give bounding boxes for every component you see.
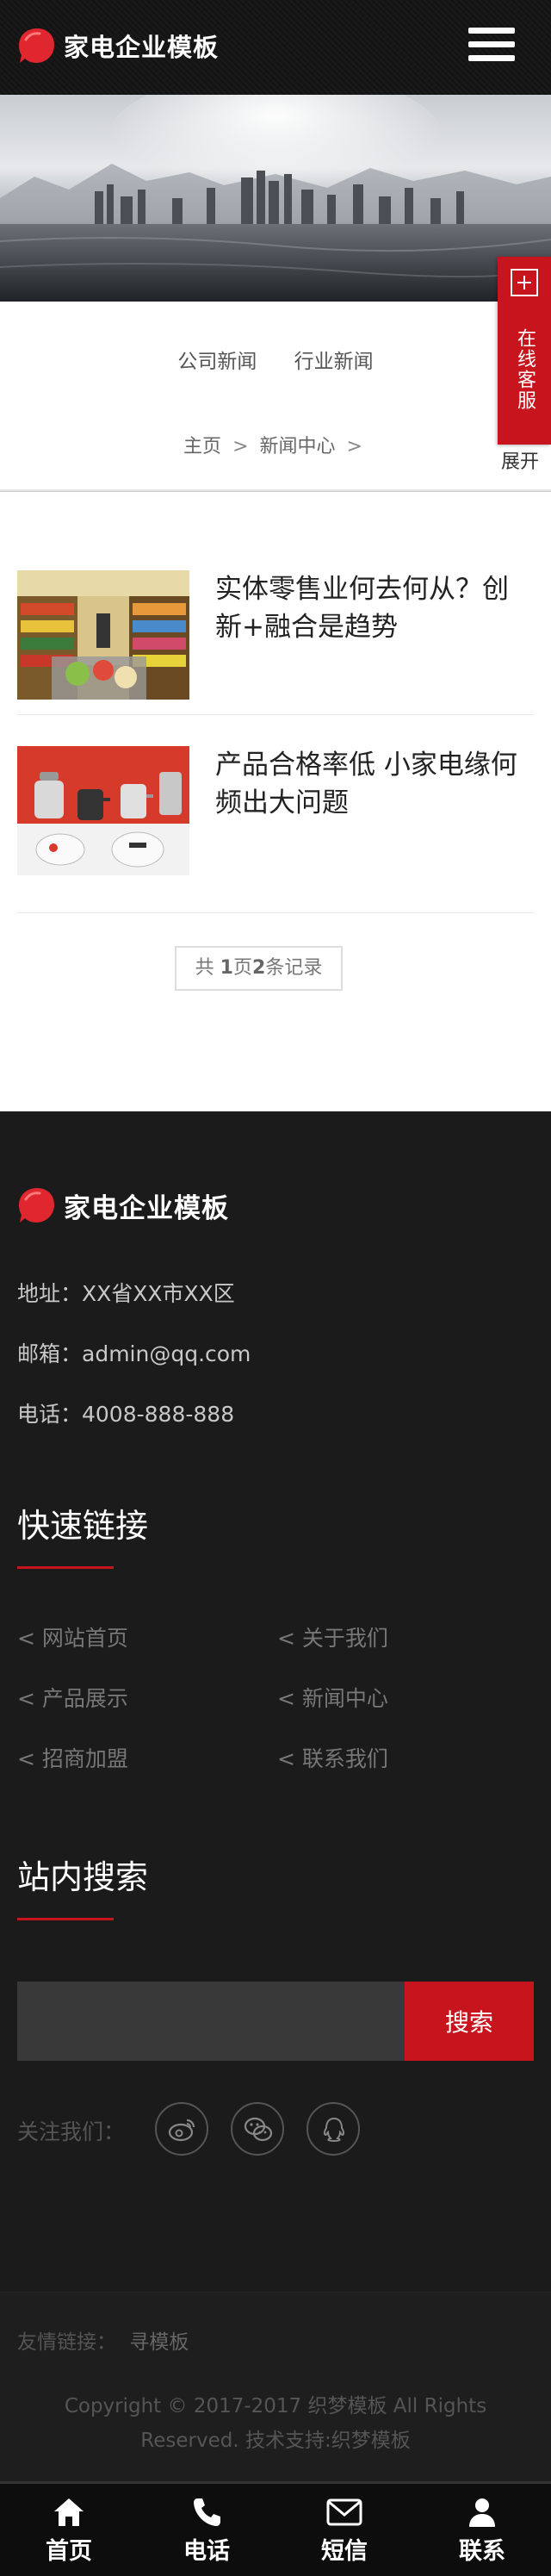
wechat-icon[interactable] [231,2102,284,2156]
footer-address: 地址：XX省XX市XX区 [17,1281,235,1306]
footer-logo-text: 家电企业模板 [64,1192,229,1224]
copyright-line: Copyright © 2017-2017 织梦模板 All Rights [64,2395,487,2417]
weibo-icon[interactable] [155,2102,208,2156]
pager-prefix: 共 [195,957,214,979]
news-thumbnail-appliances [17,746,189,875]
tab-label: 电话 [183,2538,230,2565]
logo-mark-icon [17,26,57,65]
heading-underline [17,1918,114,1920]
home-icon [54,2498,84,2526]
tab-home[interactable]: 首页 [0,2484,138,2576]
search-button[interactable]: 搜索 [405,1982,534,2061]
pagination-info: 共 1页2条记录 [175,946,343,991]
header: 家电企业模板 [0,0,551,95]
category-nav: 公司新闻 行业新闻 [0,345,551,374]
footer-phone: 电话：4008-888-888 [17,1402,235,1427]
footer-email: 邮箱：admin@qq.com [17,1341,251,1366]
footer-link-news[interactable]: < 新闻中心 [277,1682,388,1713]
breadcrumb: 主页 > 新闻中心 > [0,431,551,458]
footer-link-about[interactable]: < 关于我们 [277,1621,388,1652]
copyright: Copyright © 2017-2017 织梦模板 All Rights Re… [34,2389,517,2458]
qq-icon[interactable] [306,2102,360,2156]
tab-contact[interactable]: 联系 [413,2484,551,2576]
user-icon [469,2498,495,2527]
pager-pages: 1 [220,957,233,979]
breadcrumb-separator: > [346,436,362,457]
pager-records-unit: 条记录 [265,957,323,979]
friend-link[interactable]: 寻模板 [129,2331,189,2354]
footer-link-franchise[interactable]: < 招商加盟 [17,1742,128,1773]
footer: 家电企业模板 地址：XX省XX市XX区 邮箱：admin@qq.com 电话：4… [0,1111,551,2292]
footer-logo[interactable]: 家电企业模板 [17,1185,229,1225]
bottom-tab-bar: 首页 电话 短信 联系 [0,2481,551,2576]
news-title[interactable]: 产品合格率低 小家电缘何频出大问题 [215,746,534,912]
envelope-icon [326,2498,362,2526]
nav-company-news[interactable]: 公司新闻 [177,345,257,374]
heading-underline [17,1566,114,1569]
site-search-input[interactable] [17,1982,405,2061]
logo-mark-icon [17,1185,57,1225]
banner-image [0,95,551,302]
divider [0,489,551,492]
footer-bottom: 友情链接： 寻模板 Copyright © 2017-2017 织梦模板 All… [0,2292,551,2481]
tab-label: 联系 [459,2538,505,2565]
site-logo[interactable]: 家电企业模板 [17,24,219,67]
nav-industry-news[interactable]: 行业新闻 [294,345,374,374]
footer-link-home[interactable]: < 网站首页 [17,1621,128,1652]
breadcrumb-current[interactable]: 新闻中心 [260,436,336,457]
news-title[interactable]: 实体零售业何去何从？创新+融合是趋势 [215,570,534,714]
page: 家电企业模板 在线客服 展开 公司新闻 行业新闻 主页 > 新闻中心 > 实体零… [0,0,551,2576]
pager-records: 2 [252,957,266,979]
news-thumbnail-supermarket [17,570,189,700]
news-item[interactable]: 产品合格率低 小家电缘何频出大问题 [17,715,534,913]
news-list: 实体零售业何去何从？创新+融合是趋势 产品合格率低 小家电缘何频出大问题 [17,551,534,913]
tab-sms[interactable]: 短信 [276,2484,413,2576]
tab-phone[interactable]: 电话 [138,2484,276,2576]
footer-link-products[interactable]: < 产品展示 [17,1682,128,1713]
breadcrumb-separator: > [232,436,249,457]
news-item[interactable]: 实体零售业何去何从？创新+融合是趋势 [17,551,534,715]
plus-icon [511,269,538,296]
breadcrumb-home[interactable]: 主页 [183,436,221,457]
pager-pages-unit: 页 [232,957,252,979]
quick-links-heading: 快速链接 [17,1507,149,1545]
tab-label: 首页 [46,2538,92,2565]
copyright-line: Reserved. 技术支持:织梦模板 [140,2430,411,2452]
footer-link-contact[interactable]: < 联系我们 [277,1742,388,1773]
follow-us-label: 关注我们： [17,2119,126,2144]
friend-links-label: 友情链接： [17,2331,116,2354]
tab-label: 短信 [321,2538,368,2565]
phone-icon [194,2498,220,2526]
site-search-heading: 站内搜索 [17,1858,149,1896]
logo-text: 家电企业模板 [64,33,220,62]
friend-links: 友情链接： 寻模板 [17,2325,189,2355]
menu-hamburger-icon[interactable] [468,28,515,65]
